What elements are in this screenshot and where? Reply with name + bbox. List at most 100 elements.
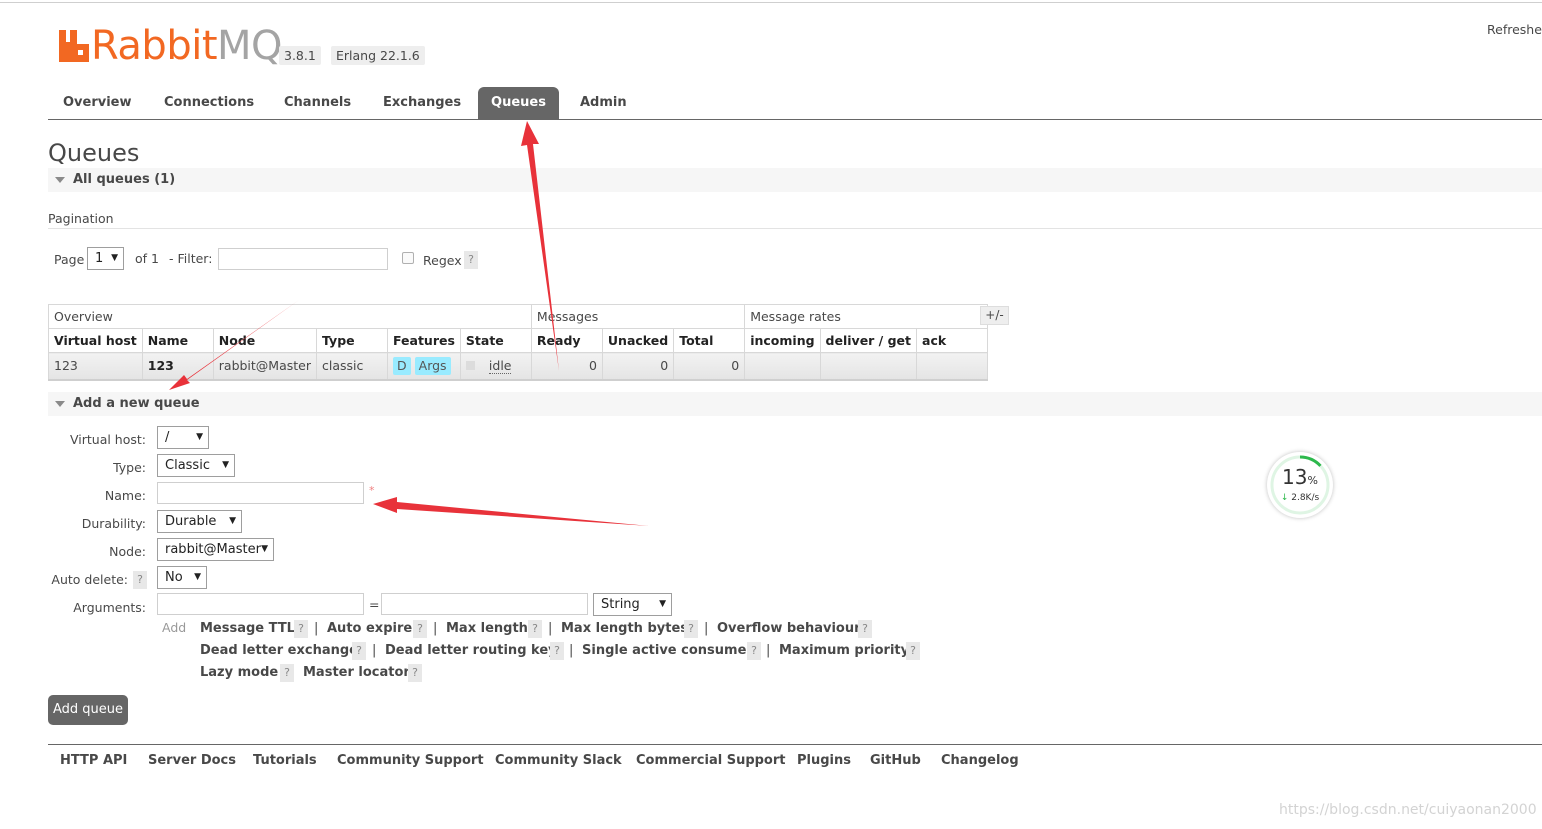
refresh-status[interactable]: Refreshe <box>1487 22 1542 37</box>
col-state[interactable]: State <box>459 328 532 353</box>
tab-admin[interactable]: Admin <box>580 87 627 119</box>
feature-args-tag[interactable]: Args <box>414 356 451 375</box>
durability-value: Durable <box>165 514 217 529</box>
durability-select[interactable]: Durable ▼ <box>157 510 242 533</box>
col-node[interactable]: Node <box>212 328 318 353</box>
arg-link-max-length[interactable]: Max length <box>446 621 528 636</box>
help-icon[interactable]: ? <box>413 620 427 638</box>
filter-input[interactable] <box>218 248 388 270</box>
separator: | <box>569 643 574 658</box>
download-arrow-icon: ↓ <box>1280 493 1289 503</box>
type-select[interactable]: Classic ▼ <box>157 454 235 477</box>
group-header-message-rates: Message rates <box>744 304 989 329</box>
arg-link-dead-letter-routing-key[interactable]: Dead letter routing key <box>385 643 557 658</box>
help-icon[interactable]: ? <box>747 642 761 660</box>
arg-link-auto-expire[interactable]: Auto expire <box>327 621 412 636</box>
help-icon[interactable]: ? <box>684 620 698 638</box>
dropdown-arrow-icon: ▼ <box>222 460 229 470</box>
rabbitmq-logo[interactable]: Rabbit MQ TM <box>59 26 294 66</box>
col-deliver-get[interactable]: deliver / get <box>819 328 918 353</box>
add-queue-section-header[interactable]: Add a new queue <box>48 392 1542 416</box>
arg-link-lazy-mode[interactable]: Lazy mode <box>200 665 278 680</box>
type-label: Type: <box>113 460 146 475</box>
page-title: Queues <box>48 139 140 167</box>
auto-delete-select[interactable]: No ▼ <box>157 566 207 589</box>
arg-link-single-active-consumer[interactable]: Single active consumer <box>582 643 753 658</box>
separator: | <box>704 621 709 636</box>
arg-link-overflow-behaviour[interactable]: Overflow behaviour <box>717 621 861 636</box>
pagination-divider <box>48 228 1542 229</box>
arguments-label: Arguments: <box>73 600 146 615</box>
dropdown-arrow-icon: ▼ <box>229 516 236 526</box>
tab-exchanges[interactable]: Exchanges <box>383 87 461 119</box>
network-speed-gauge[interactable]: 13% ↓ 2.8K/s <box>1267 452 1333 518</box>
all-queues-label: All queues (1) <box>73 172 176 187</box>
auto-delete-help-icon[interactable]: ? <box>133 571 147 589</box>
collapse-triangle-icon <box>55 177 65 183</box>
footer-link-community-support[interactable]: Community Support <box>337 753 484 768</box>
page-label: Page <box>54 252 85 267</box>
footer-link-commercial-support[interactable]: Commercial Support <box>636 753 786 768</box>
help-icon[interactable]: ? <box>280 664 294 682</box>
tab-overview[interactable]: Overview <box>63 87 132 119</box>
tab-connections[interactable]: Connections <box>164 87 254 119</box>
argument-value-input[interactable] <box>381 593 588 615</box>
argument-type-select[interactable]: String ▼ <box>593 593 672 616</box>
col-features[interactable]: Features <box>387 328 461 353</box>
all-queues-section-header[interactable]: All queues (1) <box>48 168 1542 192</box>
table-group-header-row: Overview Messages Message rates <box>48 304 989 329</box>
add-argument-label: Add <box>162 620 187 635</box>
arg-link-message-ttl[interactable]: Message TTL <box>200 621 295 636</box>
arg-link-master-locator[interactable]: Master locator <box>303 665 410 680</box>
col-total[interactable]: Total <box>673 328 746 353</box>
col-virtual-host[interactable]: Virtual host <box>48 328 143 353</box>
toggle-columns-button[interactable]: +/- <box>980 306 1009 325</box>
col-unacked[interactable]: Unacked <box>601 328 675 353</box>
help-icon[interactable]: ? <box>550 642 564 660</box>
add-queue-button[interactable]: Add queue <box>48 695 128 725</box>
rabbit-logo-icon <box>59 30 89 62</box>
footer-link-community-slack[interactable]: Community Slack <box>495 753 622 768</box>
tab-queues[interactable]: Queues <box>478 87 559 119</box>
help-icon[interactable]: ? <box>528 620 542 638</box>
collapse-triangle-icon <box>55 401 65 407</box>
footer-link-http-api[interactable]: HTTP API <box>60 753 127 768</box>
name-label: Name: <box>104 488 146 503</box>
argument-key-input[interactable] <box>157 593 364 615</box>
arg-link-dead-letter-exchange[interactable]: Dead letter exchange <box>200 643 358 658</box>
node-select[interactable]: rabbit@Master ▼ <box>157 538 274 561</box>
queue-name-input[interactable] <box>157 482 364 504</box>
footer-link-server-docs[interactable]: Server Docs <box>148 753 236 768</box>
help-icon[interactable]: ? <box>906 642 920 660</box>
col-name[interactable]: Name <box>141 328 214 353</box>
cell-queue-name-link[interactable]: 123 <box>141 352 214 381</box>
gauge-percent: 13% <box>1267 465 1333 489</box>
col-incoming[interactable]: incoming <box>744 328 821 353</box>
regex-help-icon[interactable]: ? <box>464 251 478 269</box>
cell-ack <box>916 352 989 381</box>
table-header-row: Virtual host Name Node Type Features Sta… <box>48 328 989 353</box>
help-icon[interactable]: ? <box>294 620 308 638</box>
footer-link-plugins[interactable]: Plugins <box>797 753 851 768</box>
col-type[interactable]: Type <box>316 328 388 353</box>
regex-checkbox[interactable] <box>402 252 414 264</box>
virtual-host-select[interactable]: / ▼ <box>157 426 209 449</box>
help-icon[interactable]: ? <box>352 642 366 660</box>
arg-link-max-length-bytes[interactable]: Max length bytes <box>561 621 688 636</box>
help-icon[interactable]: ? <box>858 620 872 638</box>
state-text: idle <box>488 358 512 375</box>
node-value: rabbit@Master <box>165 542 261 557</box>
footer-link-tutorials[interactable]: Tutorials <box>253 753 317 768</box>
col-ready[interactable]: Ready <box>530 328 603 353</box>
arg-link-maximum-priority[interactable]: Maximum priority <box>779 643 909 658</box>
footer-link-github[interactable]: GitHub <box>870 753 921 768</box>
tab-channels[interactable]: Channels <box>284 87 351 119</box>
page-select-value: 1 <box>95 251 104 266</box>
table-row[interactable]: 123 123 rabbit@Master classic D Args idle… <box>48 352 989 381</box>
gauge-rate: ↓ 2.8K/s <box>1267 493 1333 503</box>
help-icon[interactable]: ? <box>408 664 422 682</box>
page-select[interactable]: 1 ▼ <box>87 247 124 270</box>
col-ack[interactable]: ack <box>916 328 989 353</box>
footer-link-changelog[interactable]: Changelog <box>941 753 1019 768</box>
logo-text-mq: MQ <box>217 23 283 69</box>
